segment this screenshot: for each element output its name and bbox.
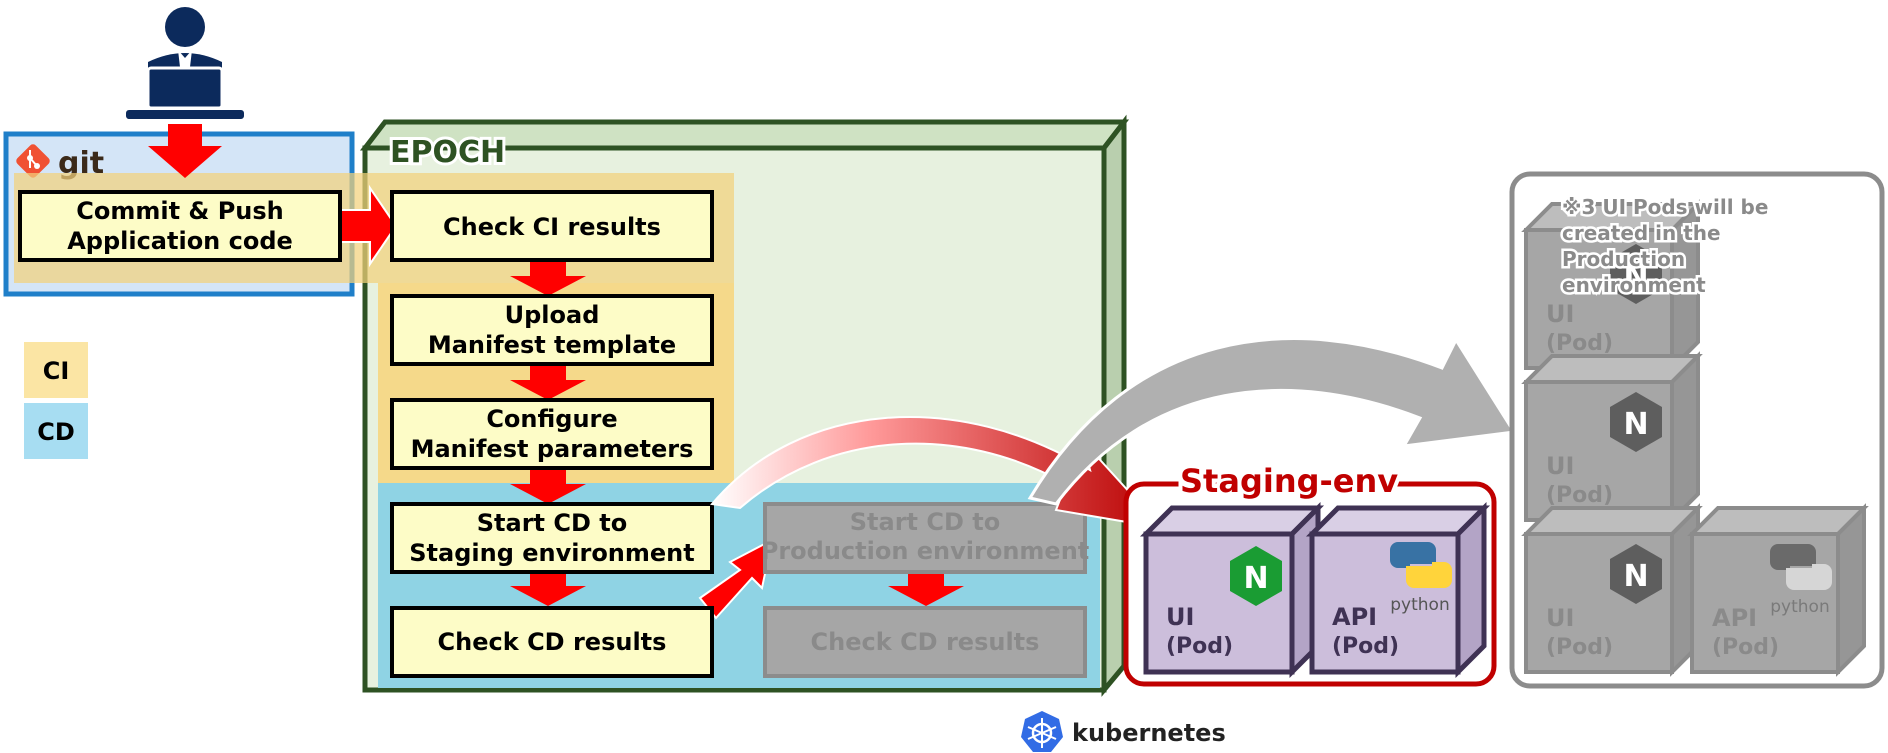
commit-push-line1: Commit & Push bbox=[76, 197, 284, 225]
developer-icon bbox=[126, 7, 244, 119]
staging-env-title: Staging-env bbox=[1180, 462, 1398, 500]
ci-step-check-ci-results: Check CI results bbox=[390, 190, 714, 262]
production-api-pod: python API (Pod) bbox=[1687, 503, 1869, 677]
kubernetes-logo-icon bbox=[1021, 711, 1063, 752]
svg-text:UI: UI bbox=[1546, 300, 1574, 328]
ci-step-upload-manifest: Upload Manifest template bbox=[390, 294, 714, 366]
svg-text:N: N bbox=[1623, 407, 1648, 442]
upload-manifest-line2: Manifest template bbox=[428, 331, 676, 359]
svg-text:(Pod): (Pod) bbox=[1546, 483, 1613, 508]
svg-text:(Pod): (Pod) bbox=[1546, 635, 1613, 660]
staging-api-pod: python API (Pod) bbox=[1305, 501, 1491, 679]
legend-cd-label: CD bbox=[37, 418, 75, 446]
svg-text:UI: UI bbox=[1546, 604, 1574, 632]
start-production-line2: Production environment bbox=[761, 537, 1090, 565]
check-cd-production-label: Check CD results bbox=[811, 628, 1040, 656]
upload-manifest-line1: Upload bbox=[505, 301, 600, 329]
svg-text:UI: UI bbox=[1546, 452, 1574, 480]
svg-text:python: python bbox=[1390, 595, 1449, 615]
svg-text:N: N bbox=[1243, 561, 1268, 596]
kubernetes-label: kubernetes bbox=[1072, 719, 1226, 747]
svg-text:※3 UI Pods will be: ※3 UI Pods will be bbox=[1562, 195, 1768, 219]
commit-push-line2: Application code bbox=[67, 227, 293, 255]
start-staging-line2: Staging environment bbox=[409, 539, 694, 567]
staging-ui-pod: N UI (Pod) bbox=[1139, 501, 1325, 679]
ci-step-configure-manifest: Configure Manifest parameters bbox=[390, 398, 714, 470]
svg-text:(Pod): (Pod) bbox=[1712, 635, 1779, 660]
check-cd-staging-label: Check CD results bbox=[438, 628, 667, 656]
svg-text:environment: environment bbox=[1562, 273, 1706, 297]
svg-text:N: N bbox=[1623, 559, 1648, 594]
legend: CI CD bbox=[24, 342, 88, 459]
configure-manifest-line2: Manifest parameters bbox=[411, 435, 694, 463]
staging-ui-pod-sublabel: (Pod) bbox=[1166, 634, 1233, 659]
svg-text:API: API bbox=[1712, 604, 1757, 632]
legend-ci-label: CI bbox=[43, 357, 70, 385]
start-production-line1: Start CD to bbox=[850, 508, 1000, 536]
check-ci-results-label: Check CI results bbox=[443, 213, 661, 241]
cd-step-start-staging: Start CD to Staging environment bbox=[390, 502, 714, 574]
production-ui-pod-2: N UI (Pod) bbox=[1521, 351, 1703, 525]
staging-ui-pod-label: UI bbox=[1166, 603, 1194, 631]
commit-push-box: Commit & Push Application code bbox=[18, 190, 342, 262]
start-staging-line1: Start CD to bbox=[477, 509, 627, 537]
configure-manifest-line1: Configure bbox=[486, 405, 617, 433]
svg-text:python: python bbox=[1770, 597, 1829, 617]
svg-text:(Pod): (Pod) bbox=[1546, 331, 1613, 356]
staging-api-pod-label: API bbox=[1332, 603, 1377, 631]
cd-step-check-cd-production: Check CD results bbox=[763, 606, 1087, 678]
epoch-label: EPOCH bbox=[390, 135, 505, 170]
staging-api-pod-sublabel: (Pod) bbox=[1332, 634, 1399, 659]
svg-text:Production: Production bbox=[1562, 247, 1685, 271]
production-ui-pod-3: N UI (Pod) bbox=[1521, 503, 1703, 677]
cd-step-check-cd-staging: Check CD results bbox=[390, 606, 714, 678]
deployment-flow-diagram: git EPOCH CI CD Commit & Push Applicatio… bbox=[3, 7, 1885, 752]
svg-text:created in the: created in the bbox=[1562, 221, 1721, 245]
cd-step-start-production: Start CD to Production environment bbox=[761, 502, 1090, 574]
